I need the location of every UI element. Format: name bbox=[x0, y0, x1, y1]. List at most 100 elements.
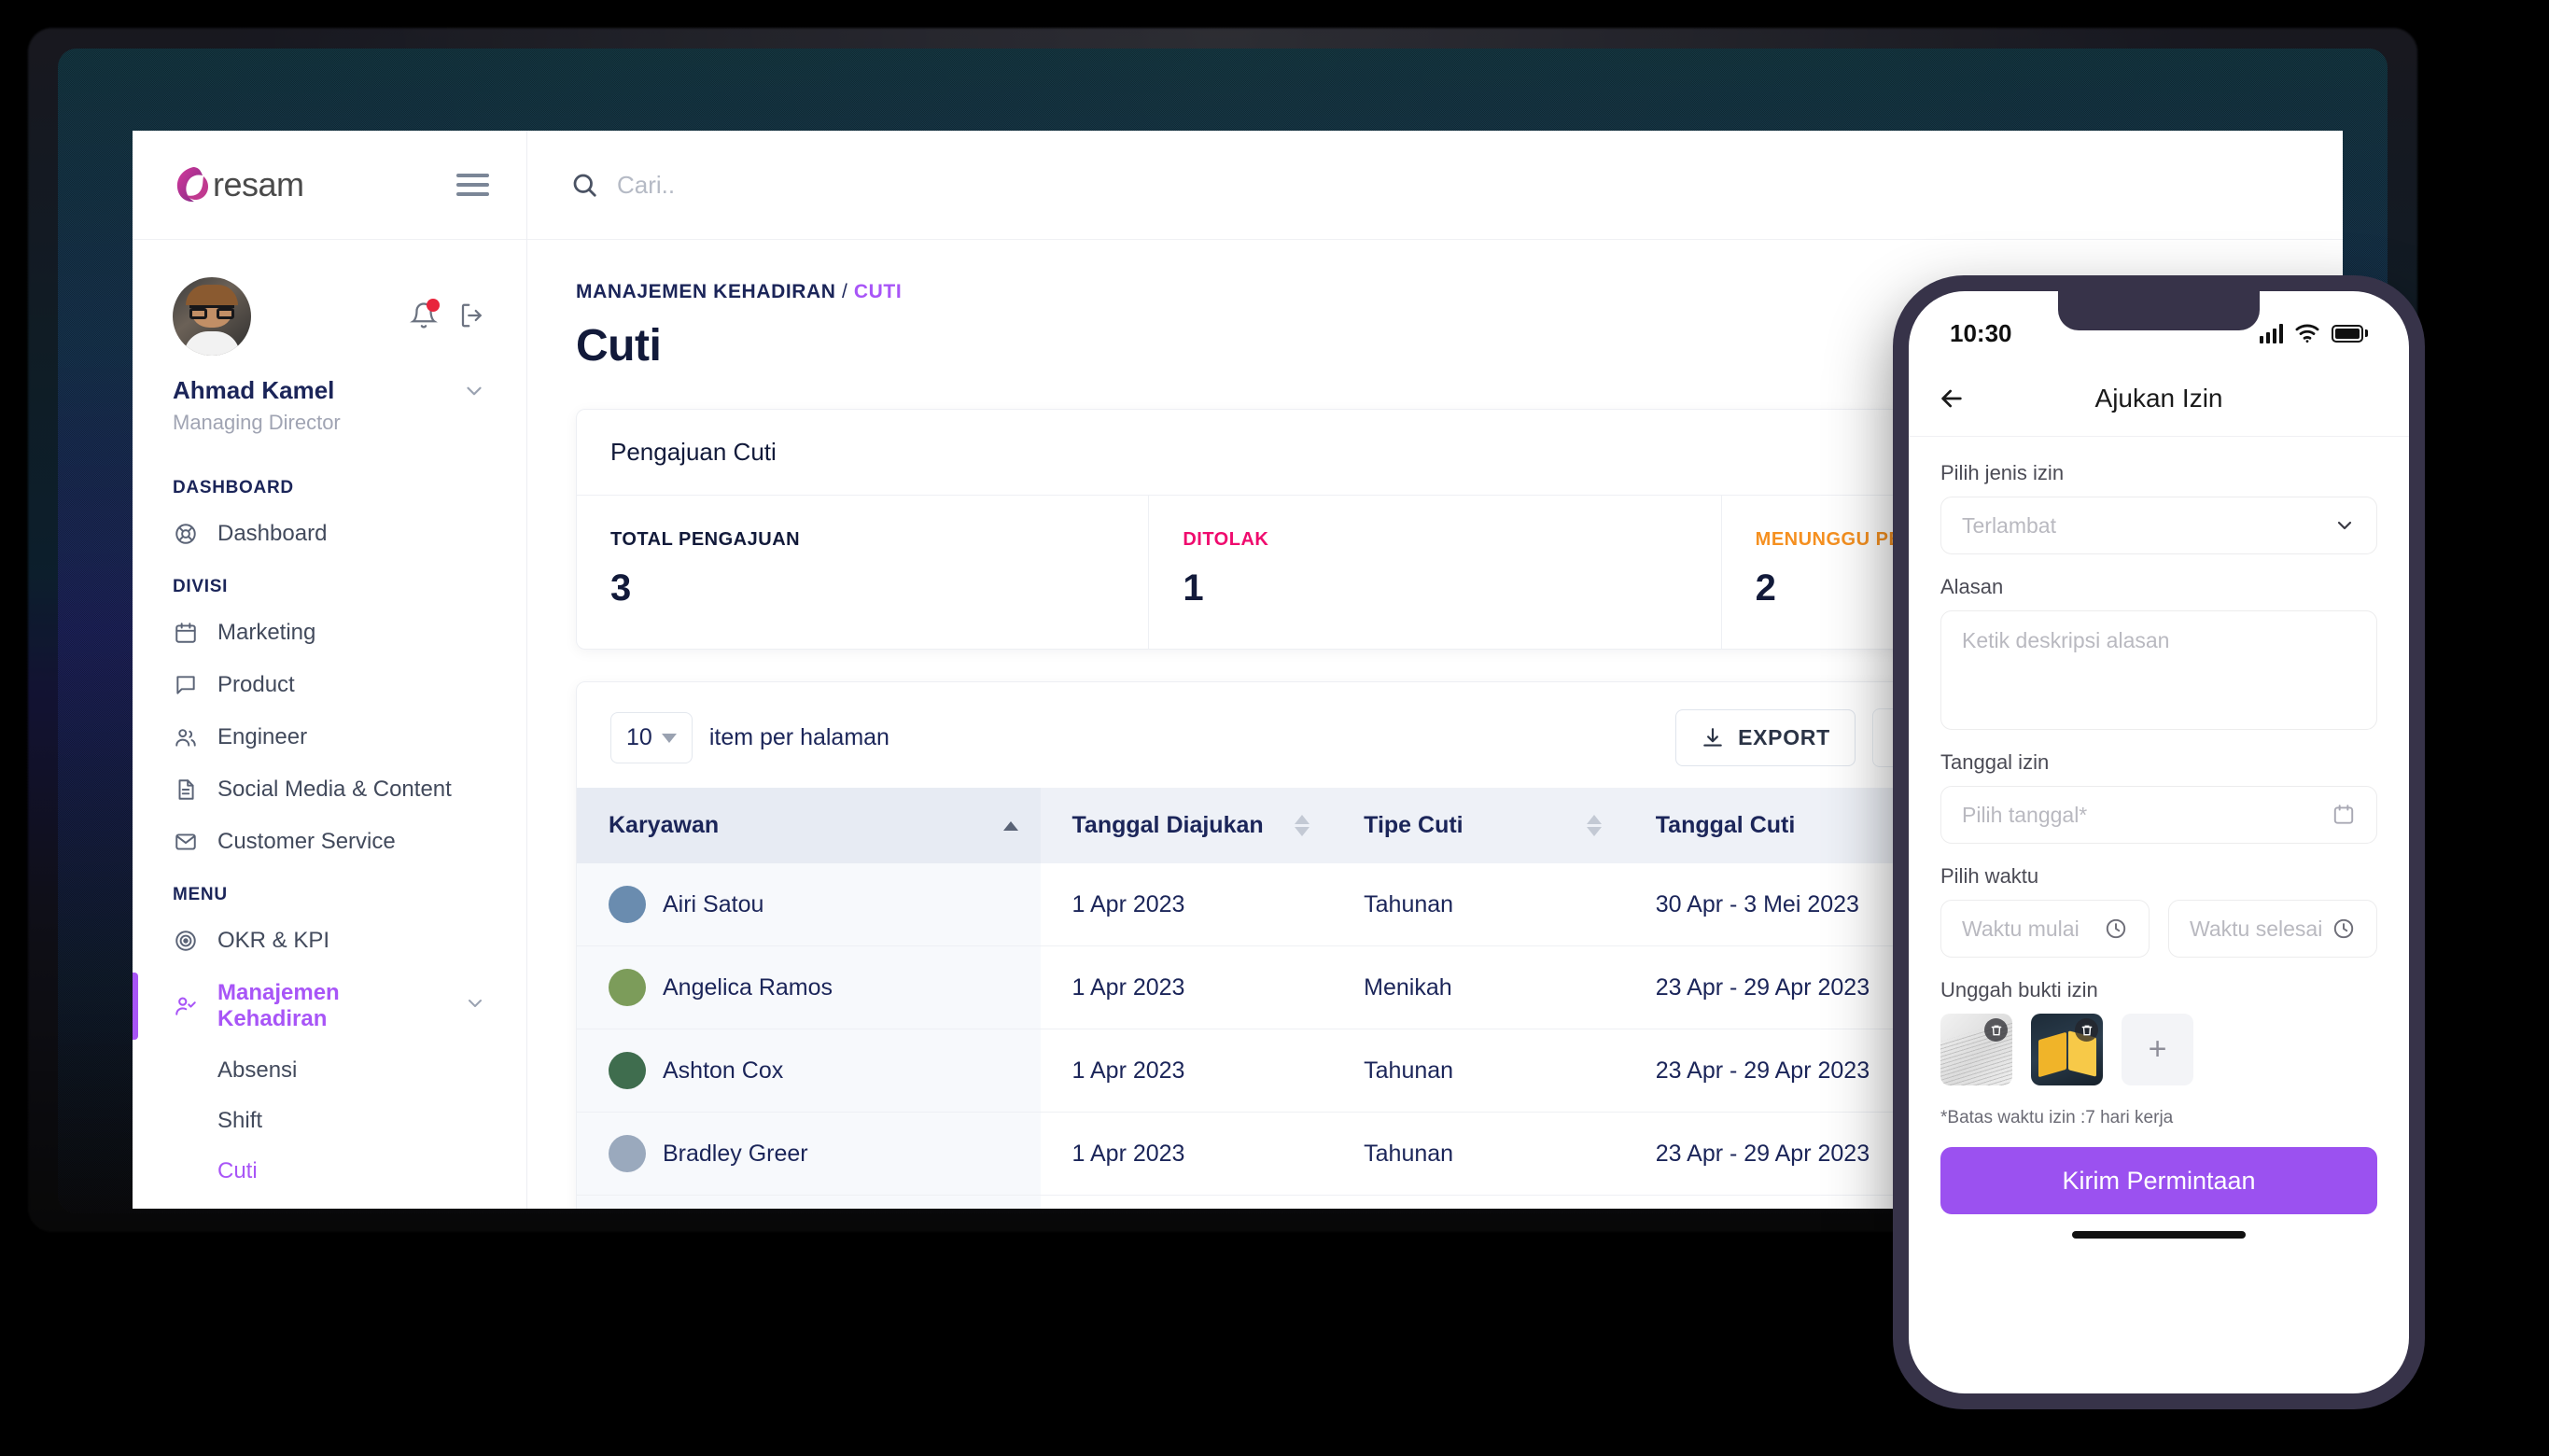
per-page-select[interactable]: 10 bbox=[610, 712, 693, 763]
top-search-bar bbox=[527, 131, 2343, 240]
column-label: Tanggal Diajukan bbox=[1071, 812, 1264, 838]
sidebar-subitem-absensi[interactable]: Absensi bbox=[133, 1045, 526, 1096]
time-start-input[interactable]: Waktu mulai bbox=[1940, 900, 2150, 958]
field-label: Tanggal izin bbox=[1940, 750, 2050, 774]
field-label: Pilih jenis izin bbox=[1940, 461, 2065, 484]
stat-ditolak: DITOLAK 1 bbox=[1149, 496, 1722, 649]
stat-label: DITOLAK bbox=[1183, 529, 1269, 550]
sidebar-subitem-cuti[interactable]: Cuti bbox=[133, 1146, 526, 1197]
phone-form: Pilih jenis izin Terlambat Alasan Ketik … bbox=[1909, 437, 2409, 1393]
chevron-down-icon bbox=[661, 733, 677, 743]
phone-page-title: Ajukan Izin bbox=[2094, 383, 2223, 413]
stat-label: TOTAL PENGAJUAN bbox=[610, 529, 801, 550]
cell-leave-type: Menikah bbox=[1332, 945, 1624, 1029]
user-chevron-down-icon[interactable] bbox=[462, 379, 486, 403]
breadcrumb-separator: / bbox=[842, 281, 848, 302]
sidebar-item-label: Engineer bbox=[217, 724, 308, 749]
delete-icon[interactable] bbox=[2075, 1018, 2098, 1042]
field-label: Alasan bbox=[1940, 575, 2004, 598]
avatar bbox=[609, 1135, 646, 1172]
column-header-karyawan[interactable]: Karyawan bbox=[577, 788, 1041, 863]
notification-badge bbox=[427, 299, 440, 312]
app-logo[interactable]: resam bbox=[173, 164, 304, 205]
column-header-tipe-cuti[interactable]: Tipe Cuti bbox=[1332, 788, 1624, 863]
field-group-pilih-waktu: Pilih waktu Waktu mulai Waktu selesai bbox=[1940, 864, 2377, 958]
download-icon bbox=[1701, 726, 1725, 750]
avatar bbox=[609, 1052, 646, 1089]
target-icon bbox=[173, 928, 199, 954]
sidebar-item-marketing[interactable]: Marketing bbox=[133, 607, 526, 659]
submit-request-button[interactable]: Kirim Permintaan bbox=[1940, 1147, 2377, 1214]
sidebar-item-label: Product bbox=[217, 672, 295, 697]
resam-logo-icon bbox=[173, 164, 214, 205]
sidebar-item-social-media-content[interactable]: Social Media & Content bbox=[133, 763, 526, 816]
time-end-placeholder: Waktu selesai bbox=[2190, 916, 2323, 941]
nav-section-dashboard: DASHBOARD bbox=[173, 478, 294, 497]
cell-submitted-date: 1 Apr 2023 bbox=[1040, 863, 1333, 946]
phone-screen: 10:30 Ajukan Izin Pilih jenis izin Terla… bbox=[1909, 291, 2409, 1393]
breadcrumb-parent[interactable]: MANAJEMEN KEHADIRAN bbox=[576, 281, 836, 302]
sidebar: resam Ahmad Kamel Managing Director DASH… bbox=[133, 131, 527, 1209]
search-input[interactable] bbox=[617, 170, 1084, 200]
cell-leave-type: Tahunan bbox=[1332, 863, 1624, 946]
phone-mockup: 10:30 Ajukan Izin Pilih jenis izin Terla… bbox=[1893, 275, 2425, 1409]
delete-icon[interactable] bbox=[1984, 1018, 2008, 1042]
field-group-alasan: Alasan Ketik deskripsi alasan bbox=[1940, 575, 2377, 730]
column-header-tanggal-diajukan[interactable]: Tanggal Diajukan bbox=[1040, 788, 1333, 863]
time-start-placeholder: Waktu mulai bbox=[1962, 916, 2080, 941]
sidebar-item-customer-service[interactable]: Customer Service bbox=[133, 816, 526, 868]
permission-type-select[interactable]: Terlambat bbox=[1940, 497, 2377, 554]
export-button[interactable]: EXPORT bbox=[1675, 709, 1856, 766]
time-end-input[interactable]: Waktu selesai bbox=[2168, 900, 2377, 958]
logout-icon[interactable] bbox=[458, 301, 486, 329]
menu-toggle-icon[interactable] bbox=[456, 174, 489, 196]
column-label: Tanggal Cuti bbox=[1655, 812, 1796, 838]
notifications-bell-icon[interactable] bbox=[410, 299, 440, 329]
cell-employee-name: Airi Satou bbox=[663, 890, 764, 917]
sidebar-item-product[interactable]: Product bbox=[133, 659, 526, 711]
stat-total-pengajuan: TOTAL PENGAJUAN 3 bbox=[577, 496, 1150, 649]
field-group-tanggal-izin: Tanggal izin Pilih tanggal* bbox=[1940, 750, 2377, 844]
sidebar-item-label: Manajemen Kehadiran bbox=[217, 980, 340, 1031]
mail-icon bbox=[173, 829, 199, 855]
reason-textarea[interactable]: Ketik deskripsi alasan bbox=[1940, 610, 2377, 730]
export-label: EXPORT bbox=[1738, 725, 1830, 749]
sidebar-subitem-shift[interactable]: Shift bbox=[133, 1096, 526, 1146]
uploaded-image-2[interactable] bbox=[2031, 1014, 2103, 1085]
date-picker-input[interactable]: Pilih tanggal* bbox=[1940, 786, 2377, 844]
sidebar-user-block: Ahmad Kamel Managing Director bbox=[133, 240, 526, 435]
cell-leave-type: Tahunan bbox=[1332, 1112, 1624, 1196]
user-role: Managing Director bbox=[173, 411, 341, 434]
status-time: 10:30 bbox=[1950, 318, 2012, 347]
sidebar-item-engineer[interactable]: Engineer bbox=[133, 711, 526, 763]
add-image-button[interactable]: + bbox=[2122, 1014, 2193, 1085]
per-page-value: 10 bbox=[626, 724, 652, 750]
cell-leave-type: Tahunan bbox=[1332, 1195, 1624, 1209]
field-label: Pilih waktu bbox=[1940, 864, 2039, 888]
sidebar-item-manajemen-kehadiran[interactable]: Manajemen Kehadiran bbox=[133, 967, 526, 1045]
permission-type-value: Terlambat bbox=[1962, 512, 2056, 538]
column-label: Karyawan bbox=[609, 812, 720, 838]
cell-employee-name: Ashton Cox bbox=[663, 1057, 784, 1084]
cellular-signal-icon bbox=[2260, 323, 2283, 343]
wifi-icon bbox=[2294, 323, 2320, 343]
nav-section-divisi: DIVISI bbox=[173, 577, 229, 596]
sort-icon bbox=[1295, 815, 1310, 836]
per-page-label: item per halaman bbox=[708, 724, 889, 750]
form-note: *Batas waktu izin :7 hari kerja bbox=[1940, 1108, 2174, 1127]
battery-icon bbox=[2332, 324, 2368, 343]
sidebar-item-dashboard[interactable]: Dashboard bbox=[133, 508, 526, 560]
uploaded-image-1[interactable] bbox=[1940, 1014, 2012, 1085]
chevron-down-icon bbox=[2333, 514, 2356, 537]
chat-icon bbox=[173, 672, 199, 698]
document-icon bbox=[173, 777, 199, 803]
cell-submitted-date: 1 Apr 2023 bbox=[1040, 1195, 1333, 1209]
upload-thumbnails: + bbox=[1940, 1014, 2377, 1085]
avatar bbox=[609, 886, 646, 923]
plus-icon: + bbox=[2148, 1031, 2167, 1067]
breadcrumb-current: CUTI bbox=[853, 281, 903, 302]
cell-submitted-date: 1 Apr 2023 bbox=[1040, 1029, 1333, 1113]
chevron-down-icon[interactable] bbox=[464, 992, 486, 1021]
sidebar-item-okr-kpi[interactable]: OKR & KPI bbox=[133, 915, 526, 967]
cell-leave-type: Tahunan bbox=[1332, 1029, 1624, 1113]
